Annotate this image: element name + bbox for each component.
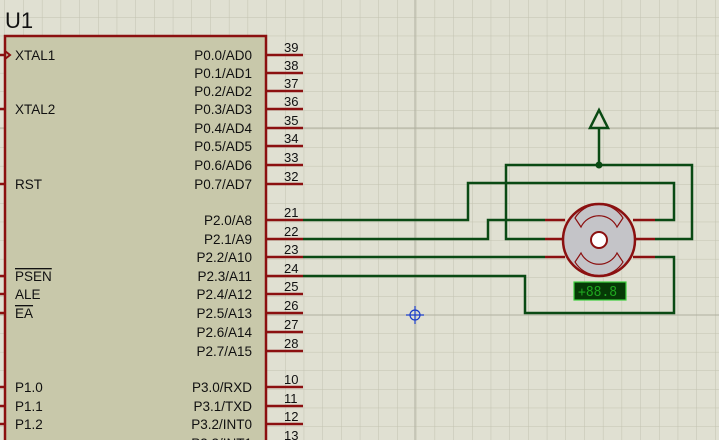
- pin-label: P0.7/AD7: [194, 177, 252, 192]
- pin-label: P3.0/RXD: [192, 380, 252, 395]
- pin-label: P3.1/TXD: [193, 399, 252, 414]
- pin-label: P1.1: [15, 399, 43, 414]
- motor-shaft-icon: [590, 231, 608, 249]
- pin-label: P0.2/AD2: [194, 84, 252, 99]
- pin-number: 21: [284, 205, 298, 220]
- pin-label: P2.2/A10: [196, 250, 252, 265]
- pin-number: 27: [284, 317, 298, 332]
- pin-label: XTAL2: [15, 102, 55, 117]
- pin-label: P2.5/A13: [196, 306, 252, 321]
- pin-label: P0.5/AD5: [194, 139, 252, 154]
- pin-number: 24: [284, 261, 298, 276]
- pin-number: 25: [284, 279, 298, 294]
- pin-label: ALE: [15, 287, 41, 302]
- pin-number: 22: [284, 224, 298, 239]
- pin-number: 10: [284, 372, 298, 387]
- pin-label: RST: [15, 177, 42, 192]
- pin-label: P3.3/INT1: [191, 436, 252, 440]
- motor-display-value: +88.8: [578, 285, 617, 300]
- pin-label: P2.4/A12: [196, 287, 252, 302]
- pin-label: P2.3/A11: [197, 269, 252, 284]
- pin-number: 36: [284, 94, 298, 109]
- pin-number: 39: [284, 40, 298, 55]
- pin-label: EA: [15, 306, 33, 321]
- pin-label: P0.1/AD1: [194, 66, 252, 81]
- schematic-canvas[interactable]: U1 P0.0/AD0 39 P0.1/AD1 38 P0.2/AD2 37 P0.3/AD…: [0, 0, 719, 440]
- pin-number: 35: [284, 113, 298, 128]
- pin-label: P1.2: [15, 417, 43, 432]
- pin-number: 23: [284, 242, 298, 257]
- pin-number: 12: [284, 409, 298, 424]
- u1-microcontroller[interactable]: U1 P0.0/AD0 39 P0.1/AD1 38 P0.2/AD2 37 P0.3/AD…: [0, 8, 303, 440]
- pin-label: P1.0: [15, 380, 43, 395]
- pin-label: XTAL1: [15, 48, 55, 63]
- pin-number: 26: [284, 298, 298, 313]
- pin-label: P2.6/A14: [196, 325, 252, 340]
- pin-label: P0.4/AD4: [194, 121, 252, 136]
- pin-number: 32: [284, 169, 298, 184]
- component-reference: U1: [5, 8, 33, 33]
- pin-number: 11: [284, 391, 298, 406]
- pin-number: 33: [284, 150, 298, 165]
- pin-label: P2.0/A8: [204, 213, 252, 228]
- pin-number: 34: [284, 131, 298, 146]
- pin-number: 38: [284, 58, 298, 73]
- pin-label: P0.6/AD6: [194, 158, 252, 173]
- pin-label: P3.2/INT0: [191, 417, 252, 432]
- pin-label: P2.7/A15: [196, 344, 252, 359]
- pin-label: PSEN: [15, 269, 52, 284]
- pin-number: 28: [284, 336, 298, 351]
- pin-label: P0.0/AD0: [194, 48, 252, 63]
- pin-label: P0.3/AD3: [194, 102, 252, 117]
- pin-number: 37: [284, 76, 298, 91]
- pin-label: P2.1/A9: [204, 232, 252, 247]
- pin-number: 13: [284, 428, 298, 440]
- junction-dot: [595, 161, 603, 169]
